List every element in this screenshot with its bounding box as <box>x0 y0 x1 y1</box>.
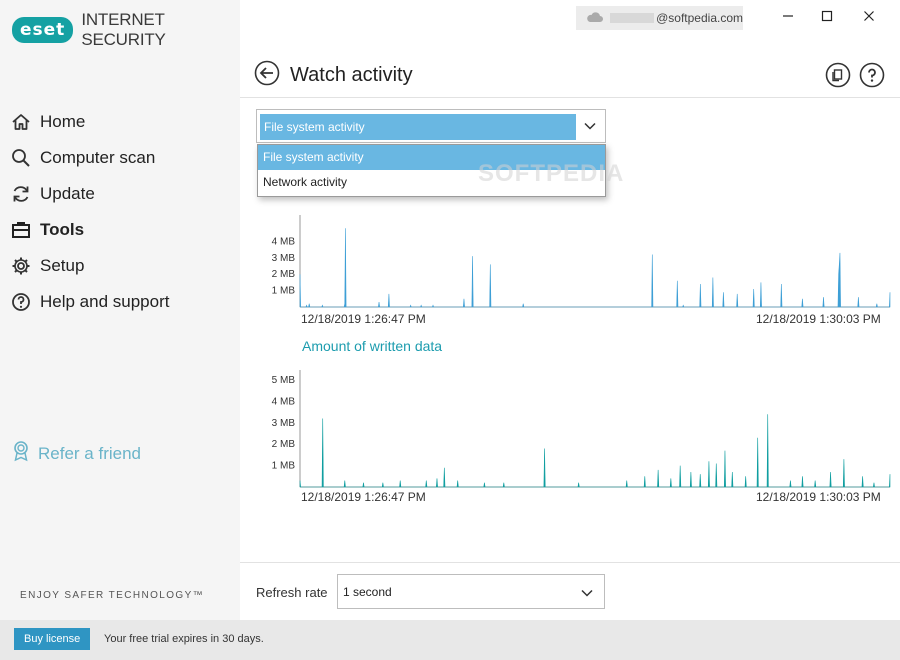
redacted-username <box>610 13 655 23</box>
main-content: Watch activity File system activity File… <box>240 40 900 620</box>
status-bar: Buy license Your free trial expires in 3… <box>0 620 900 660</box>
y-tick-label: 4 MB <box>272 236 296 247</box>
y-tick-label: 1 MB <box>272 286 296 297</box>
back-button[interactable] <box>254 60 280 86</box>
sidebar-item-label: Tools <box>40 220 85 239</box>
sidebar-item-home[interactable]: Home <box>10 104 235 140</box>
minimize-icon <box>782 9 794 27</box>
maximize-button[interactable] <box>806 6 848 30</box>
series-area <box>299 228 891 308</box>
page-header: Watch activity <box>240 40 900 98</box>
chevron-down-icon <box>583 119 597 138</box>
sidebar-item-label: Help and support <box>40 292 170 311</box>
sidebar-nav: Home Computer scan Update Tools Setup He… <box>10 104 235 320</box>
y-tick-label: 2 MB <box>272 269 296 280</box>
ribbon-icon <box>12 440 30 467</box>
activity-type-value: File system activity <box>260 114 576 140</box>
product-name: INTERNET SECURITY <box>81 10 166 49</box>
refresh-rate-label: Refresh rate <box>256 585 328 600</box>
divider <box>240 562 900 563</box>
refresh-icon <box>10 183 32 205</box>
written-data-chart: 1 MB 2 MB 3 MB 4 MB 5 MB <box>272 370 891 488</box>
sidebar-item-help[interactable]: Help and support <box>10 284 235 320</box>
trial-notice: Your free trial expires in 30 days. <box>104 633 264 645</box>
y-tick-label: 2 MB <box>272 439 296 450</box>
minimize-button[interactable] <box>767 6 809 30</box>
question-icon <box>859 62 885 92</box>
chart-end-time: 12/18/2019 1:30:03 PM <box>756 312 881 326</box>
sidebar-item-label: Update <box>40 184 95 203</box>
help-button[interactable] <box>859 62 885 88</box>
chevron-down-icon <box>580 586 594 605</box>
chart-start-time: 12/18/2019 1:26:47 PM <box>301 490 426 504</box>
y-tick-label: 5 MB <box>272 375 296 386</box>
refer-label: Refer a friend <box>38 443 141 463</box>
refresh-rate-select[interactable]: 1 second <box>337 574 605 609</box>
maximize-icon <box>821 9 833 27</box>
gear-icon <box>10 255 32 277</box>
user-email: @softpedia.com <box>656 11 743 25</box>
activity-type-select[interactable]: File system activity <box>256 109 606 143</box>
chart-title: Amount of written data <box>302 338 443 354</box>
user-account[interactable]: @softpedia.com <box>576 6 743 30</box>
arrow-left-icon <box>254 60 280 90</box>
copy-icon <box>825 62 851 92</box>
help-icon <box>10 291 32 313</box>
home-icon <box>10 111 32 133</box>
refer-a-friend-link[interactable]: Refer a friend <box>12 440 141 467</box>
sidebar-item-label: Computer scan <box>40 148 156 167</box>
refresh-rate-value: 1 second <box>343 585 392 599</box>
sidebar-item-update[interactable]: Update <box>10 176 235 212</box>
sidebar-item-label: Setup <box>40 256 85 275</box>
cloud-icon <box>586 11 604 26</box>
close-button[interactable] <box>848 6 890 30</box>
sidebar-item-label: Home <box>40 112 86 131</box>
chart-start-time: 12/18/2019 1:26:47 PM <box>301 312 426 326</box>
buy-license-button[interactable]: Buy license <box>14 628 91 650</box>
copy-button[interactable] <box>825 62 851 88</box>
toolbox-icon <box>10 219 32 241</box>
sidebar: eset INTERNET SECURITY Home Computer sca… <box>0 0 240 620</box>
y-tick-label: 1 MB <box>272 461 296 472</box>
page-title: Watch activity <box>290 64 413 86</box>
softpedia-watermark: SOFTPEDIA <box>478 160 625 187</box>
search-icon <box>10 147 32 169</box>
eset-logo: eset <box>12 17 74 43</box>
series-area <box>299 414 891 488</box>
logo: eset INTERNET SECURITY <box>12 10 240 49</box>
sidebar-item-setup[interactable]: Setup <box>10 248 235 284</box>
tagline: ENJOY SAFER TECHNOLOGY™ <box>20 590 205 601</box>
sidebar-item-computer-scan[interactable]: Computer scan <box>10 140 235 176</box>
y-tick-label: 4 MB <box>272 396 296 407</box>
close-icon <box>863 9 875 27</box>
read-activity-chart: 1 MB 2 MB 3 MB 4 MB <box>272 215 891 308</box>
chart-end-time: 12/18/2019 1:30:03 PM <box>756 490 881 504</box>
y-tick-label: 3 MB <box>272 253 296 264</box>
sidebar-item-tools[interactable]: Tools <box>10 212 235 248</box>
y-tick-label: 3 MB <box>272 418 296 429</box>
